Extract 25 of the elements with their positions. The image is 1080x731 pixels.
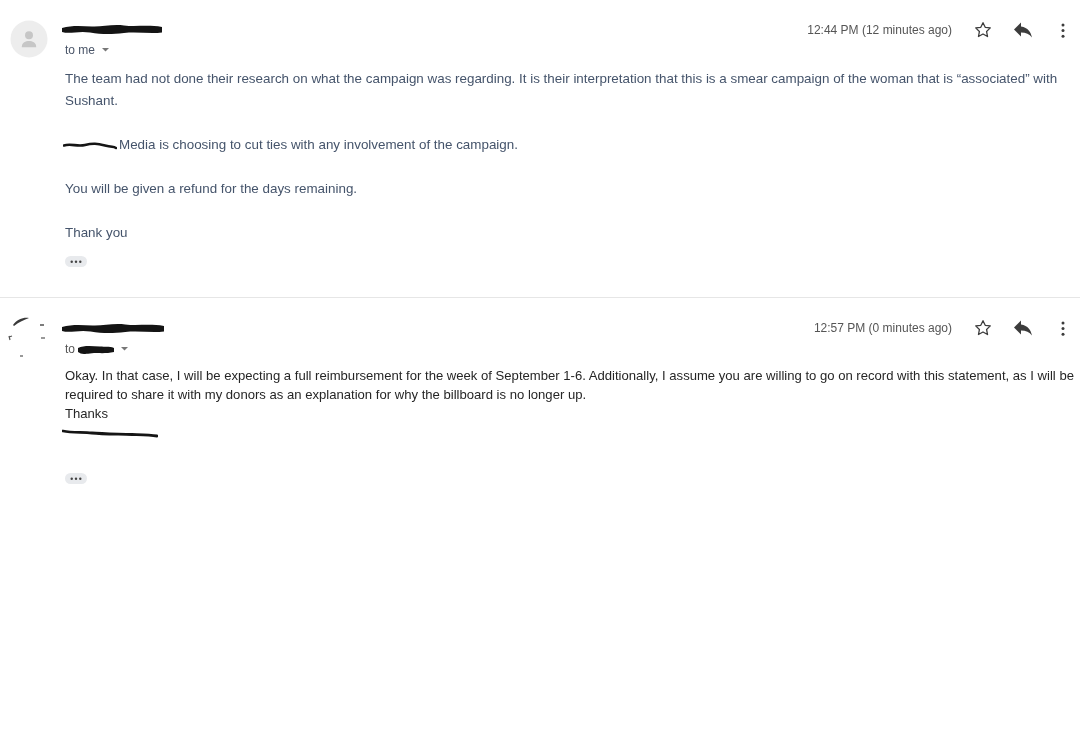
redaction-scribble-icon xyxy=(62,427,158,438)
message-paragraph: Thanks xyxy=(65,405,109,423)
ellipsis-icon xyxy=(70,259,82,264)
reply-icon xyxy=(1014,22,1032,38)
reply-button[interactable] xyxy=(1011,318,1035,338)
caret-icon xyxy=(121,347,128,351)
more-vertical-icon xyxy=(1061,22,1065,38)
reply-icon xyxy=(1014,320,1032,336)
show-trimmed-content-button[interactable] xyxy=(65,473,87,484)
recipient-label: to me xyxy=(65,43,95,57)
message-paragraph: The team had not done their research on what the campaign was regarding. It is their interpretation that this is a smear campaign of the woman that is “associated” with Sushant. xyxy=(65,70,1059,110)
reply-button[interactable] xyxy=(1011,20,1035,40)
message-paragraph: Thank you xyxy=(65,224,129,242)
message-paragraph: Media is choosing to cut ties with any involvement of the campaign. xyxy=(119,136,518,154)
more-vertical-icon xyxy=(1061,320,1065,336)
default-avatar-icon xyxy=(10,20,48,58)
message-time: 12:44 PM (12 minutes ago) xyxy=(807,23,952,37)
recipient-label: to xyxy=(65,342,75,356)
ellipsis-icon xyxy=(70,476,82,481)
redaction-scribble-icon xyxy=(63,140,117,150)
message-time: 12:57 PM (0 minutes ago) xyxy=(813,321,952,335)
message-paragraph: Okay. In that case, I will be expecting a full reimbursement for the week of September 1-6. Additionally, I assume you are willing to go on record with this statement, as I will be required to share it with my donors as an explanation for why the billboard is no longer up. xyxy=(65,367,1075,404)
message-paragraph: You will be given a refund for the days remaining. xyxy=(65,180,359,198)
caret-icon xyxy=(102,48,109,52)
show-trimmed-content-button[interactable] xyxy=(65,256,87,267)
